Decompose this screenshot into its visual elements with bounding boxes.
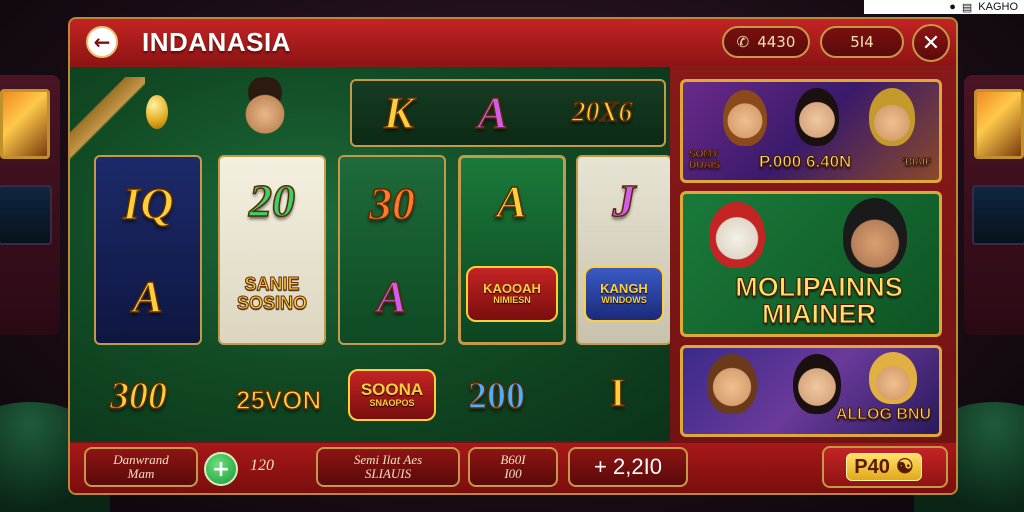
footer-play-box: P40 ☯ xyxy=(822,446,948,488)
coin-icon xyxy=(146,95,168,129)
status-text: KAGHO xyxy=(978,1,1018,13)
promo-banner-3[interactable]: ALLOG BNU xyxy=(680,345,942,437)
plus-icon: + xyxy=(211,456,231,482)
promo-title: MOLIPAINNS MIAINER xyxy=(735,272,904,329)
character-avatar xyxy=(236,77,294,139)
symbol-30: 30 xyxy=(368,177,416,229)
symbol-a: A xyxy=(132,270,164,322)
character-face xyxy=(723,90,767,146)
users-value: 5I4 xyxy=(850,33,874,51)
promo-title: P.000 6.40N xyxy=(758,152,852,172)
sanie-sosino-logo: SANIE SOSINO xyxy=(236,274,307,313)
promo-tag-right: 'BIAIF xyxy=(902,157,931,169)
location-icon: ● xyxy=(949,1,956,13)
broom-decoration xyxy=(70,77,145,167)
play-button[interactable]: P40 ☯ xyxy=(846,453,922,481)
reel-1: IQ A xyxy=(94,155,202,345)
symbol-25von: 25VON xyxy=(235,385,322,415)
phone-icon: ✆ xyxy=(736,33,750,51)
symbol-iq: IQ xyxy=(122,177,175,229)
symbol-i: I xyxy=(609,370,626,415)
promo-tag: SOMY DUAIS xyxy=(688,149,721,171)
clown-character xyxy=(709,202,765,268)
symbol-j: J xyxy=(612,175,637,226)
users-pill[interactable]: 5I4 xyxy=(820,26,904,58)
reel-4: A KAOOAH NIMIESN xyxy=(458,155,566,345)
close-button[interactable]: ✕ xyxy=(912,24,950,62)
character-face xyxy=(843,198,907,274)
symbol-a: A xyxy=(376,270,408,322)
header-bar: ← INDANASIA ✆ 4430 5I4 ✕ xyxy=(70,19,956,65)
arcade-machine-left xyxy=(0,75,60,335)
phone-pill[interactable]: ✆ 4430 xyxy=(722,26,810,58)
character-face xyxy=(795,88,839,146)
game-window: ← INDANASIA ✆ 4430 5I4 ✕ K A 20X6 IQ A 2… xyxy=(68,17,958,495)
footer-bar: Danwrand Mam + 120 Semi Ilat Aes SLIAUIS… xyxy=(70,443,956,493)
promo-title: ALLOG BNU xyxy=(835,406,931,424)
footer-bet-box[interactable]: B60I I00 xyxy=(468,447,558,487)
phone-value: 4430 xyxy=(757,33,796,51)
symbol-multiplier: 20X6 xyxy=(571,97,633,128)
reel-2: 20 SANIE SOSINO xyxy=(218,155,326,345)
status-bar: ● ▤ KAGHO xyxy=(864,0,1024,14)
reel-5: J KANGH WINDOWS xyxy=(576,155,670,345)
kaooah-badge: KAOOAH NIMIESN xyxy=(466,265,558,322)
symbol-a: A xyxy=(477,87,509,138)
symbol-20: 20 xyxy=(248,175,296,226)
symbol-k: K xyxy=(383,87,415,138)
symbol-200: 200 xyxy=(467,375,526,417)
slot-machine-area: K A 20X6 IQ A 20 SANIE SOSINO 30 A A KAO… xyxy=(70,67,670,441)
symbol-300: 300 xyxy=(109,375,168,417)
kangh-badge: KANGH WINDOWS xyxy=(584,266,664,322)
top-reel-row: K A 20X6 xyxy=(350,79,666,147)
character-face xyxy=(793,354,841,414)
soona-badge: SOONA SNAOPOS xyxy=(348,369,436,421)
promo-banner-2[interactable]: MOLIPAINNS MIAINER xyxy=(680,191,942,337)
close-icon: ✕ xyxy=(921,30,941,56)
promo-banner-1[interactable]: SOMY DUAIS P.000 6.40N 'BIAIF xyxy=(680,79,942,183)
signal-icon: ▤ xyxy=(961,1,973,14)
back-button[interactable]: ← xyxy=(86,26,118,58)
figure-icon: ☯ xyxy=(895,456,914,478)
arcade-machine-right xyxy=(964,75,1024,335)
symbol-a: A xyxy=(496,175,528,227)
amount-value: 120 xyxy=(250,457,274,474)
footer-label-box[interactable]: Danwrand Mam xyxy=(84,447,198,487)
page-title: INDANASIA xyxy=(142,27,291,57)
bottom-symbol-row: 300 25VON SOONA SNAOPOS 200 I xyxy=(70,363,670,433)
footer-balance-box[interactable]: + 2,2I0 xyxy=(568,447,688,487)
reel-3: 30 A xyxy=(338,155,446,345)
character-face xyxy=(707,354,757,414)
promo-column: SOMY DUAIS P.000 6.40N 'BIAIF MOLIPAINNS … xyxy=(680,79,946,439)
character-face xyxy=(869,88,915,146)
footer-info-box[interactable]: Semi Ilat Aes SLIAUIS xyxy=(316,447,460,487)
add-button[interactable]: + xyxy=(204,452,238,486)
character-face xyxy=(869,352,917,404)
back-arrow-icon: ← xyxy=(93,30,111,54)
